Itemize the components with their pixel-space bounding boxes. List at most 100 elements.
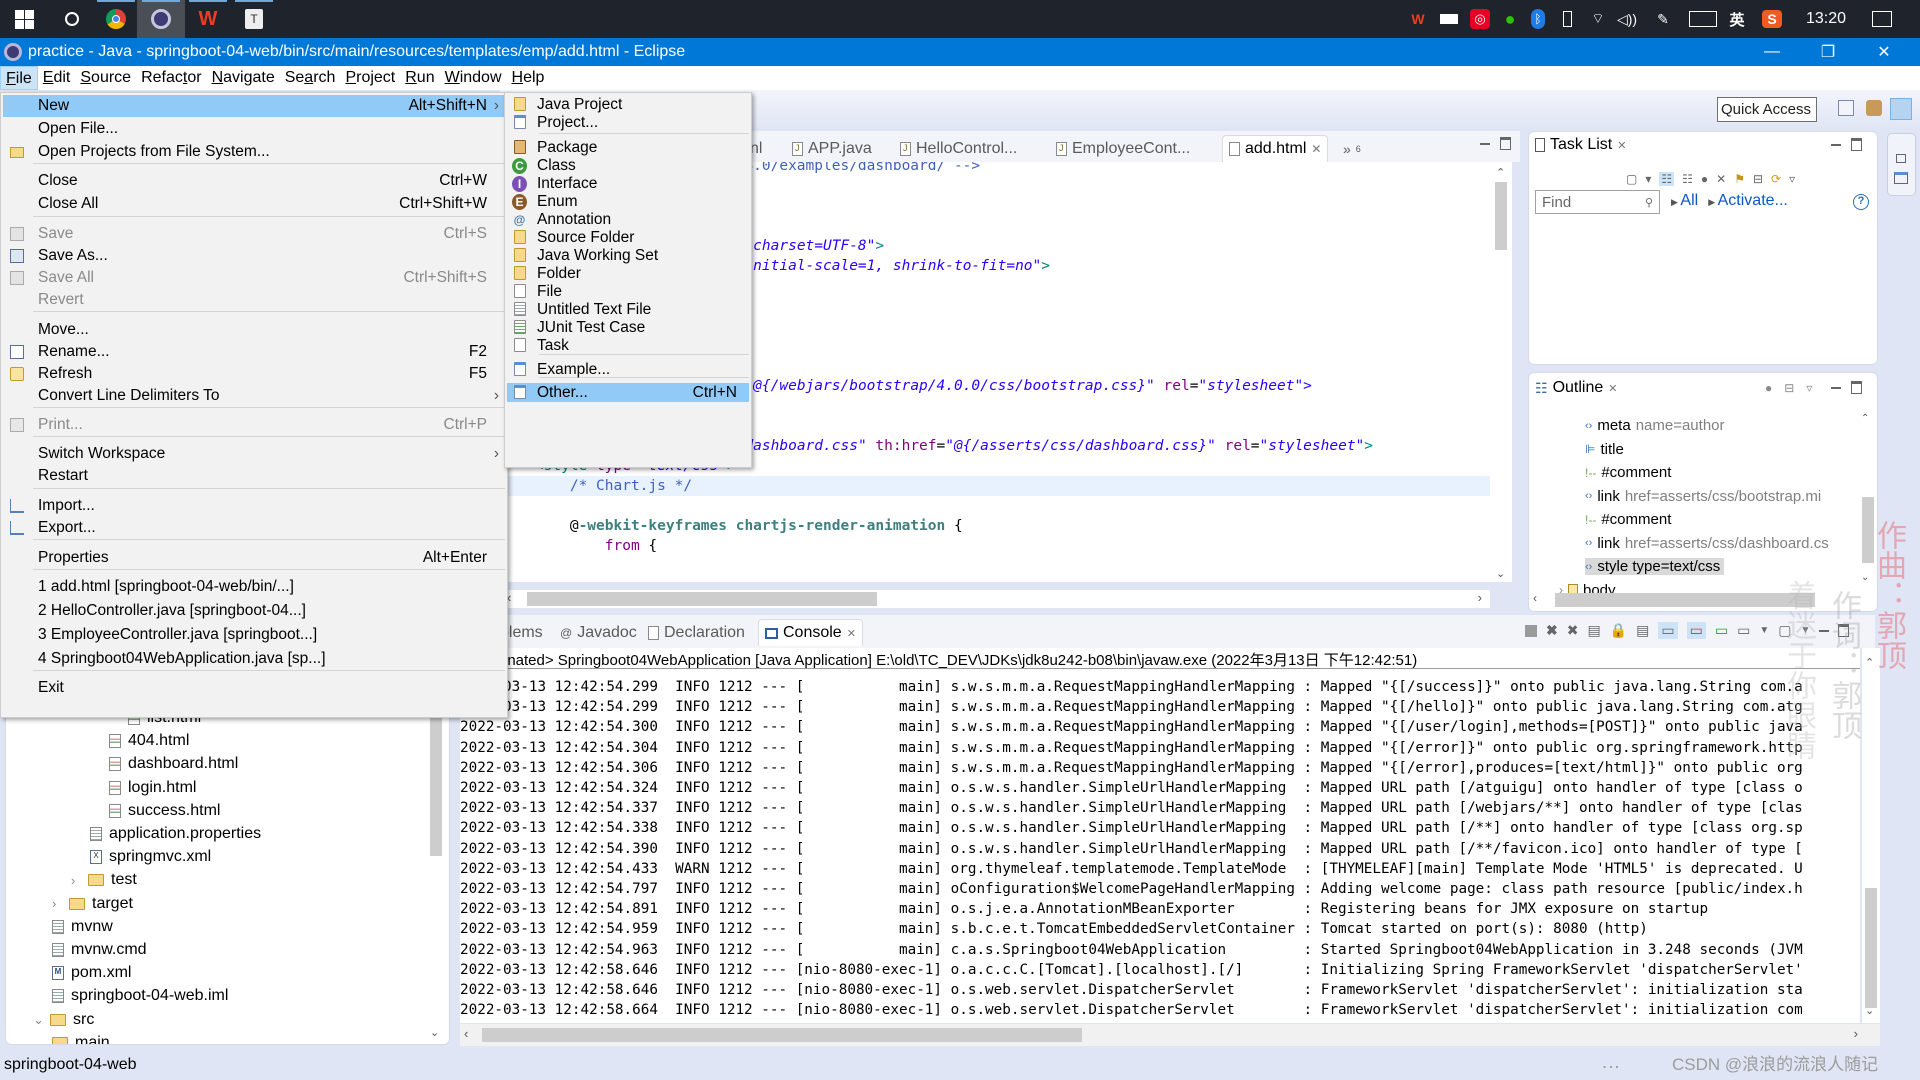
expand-icon[interactable]: ⌄: [33, 1012, 44, 1028]
terminate-icon[interactable]: [1525, 624, 1537, 637]
task-find-input[interactable]: Find ⚲: [1535, 190, 1660, 214]
tree-item-mvnw-cmd[interactable]: mvnw.cmd: [52, 941, 147, 959]
explorer-vertical-scrollbar[interactable]: ⌄: [428, 716, 444, 1043]
remove-launch-icon[interactable]: ✖: [1546, 622, 1558, 639]
maximize-panel-icon[interactable]: [1851, 138, 1862, 151]
submenu-item-junit-test-case[interactable]: JUnit Test Case: [507, 318, 749, 337]
menu-item-open-projects-from-file-system[interactable]: Open Projects from File System...: [3, 141, 505, 163]
maximize-button[interactable]: ❐: [1800, 38, 1856, 66]
quick-access-input[interactable]: Quick Access: [1717, 97, 1817, 122]
close-tab-icon[interactable]: ✕: [1311, 142, 1321, 156]
dropdown-icon[interactable]: ▾: [1645, 172, 1651, 186]
tray-bluetooth[interactable]: ᛒ: [1527, 0, 1549, 38]
tree-item-main[interactable]: main: [52, 1034, 110, 1044]
word-wrap-icon[interactable]: ▤: [1636, 622, 1649, 639]
tree-item-test[interactable]: › test: [71, 871, 137, 889]
menu-item-recent-employeecontroller-java-springboot[interactable]: 3 EmployeeController.java [springboot...…: [3, 624, 505, 646]
search-button[interactable]: [48, 0, 96, 38]
close-outline-icon[interactable]: ✕: [1608, 382, 1617, 395]
tree-item-mvnw[interactable]: mvnw: [52, 918, 113, 936]
tab-task-list[interactable]: Task List ✕: [1535, 136, 1627, 154]
tree-item-pom-xml[interactable]: Mpom.xml: [52, 964, 131, 982]
collapse-all-icon[interactable]: ⊟: [1753, 172, 1763, 186]
submenu-item-example[interactable]: Example...: [507, 360, 749, 379]
taskbar-typora[interactable]: T: [230, 0, 278, 38]
outline-item-link[interactable]: ‹› link href=asserts/css/dashboard.cs: [1585, 535, 1829, 552]
menu-item-properties[interactable]: Properties Alt+Enter: [3, 547, 505, 569]
tree-item-target[interactable]: › target: [52, 895, 133, 913]
view-icon[interactable]: [1894, 172, 1908, 184]
outline-item-title[interactable]: ⊫ title: [1585, 441, 1624, 458]
editor-horizontal-scrollbar[interactable]: ‹ ›: [505, 590, 1490, 608]
dropdown-icon[interactable]: ▼: [1759, 625, 1769, 636]
action-center-button[interactable]: [1868, 0, 1896, 38]
java-perspective-icon[interactable]: [1890, 98, 1912, 120]
submenu-item-task[interactable]: Task: [507, 336, 749, 355]
activate-link[interactable]: ▶ Activate...: [1708, 192, 1788, 210]
menu-item-recent-hellocontroller-java-springboot-04[interactable]: 2 HelloController.java [springboot-04...…: [3, 600, 505, 622]
java-ee-perspective-icon[interactable]: [1866, 100, 1882, 116]
tray-battery[interactable]: [1435, 0, 1463, 38]
editor-vertical-scrollbar[interactable]: ⌃ ⌄: [1490, 162, 1512, 582]
tree-item-login-html[interactable]: login.html: [109, 779, 196, 797]
taskbar-eclipse[interactable]: [137, 0, 185, 38]
submenu-item-class[interactable]: C Class: [507, 156, 749, 175]
menu-window[interactable]: Window: [440, 66, 507, 90]
link-with-editor-icon[interactable]: ●: [1765, 381, 1772, 395]
expand-icon[interactable]: ›: [52, 896, 62, 911]
tab-outline[interactable]: ☷ Outline ✕: [1535, 379, 1617, 397]
menu-item-close-all[interactable]: Close All Ctrl+Shift+W: [3, 193, 505, 215]
submenu-item-other[interactable]: Other... Ctrl+N: [507, 383, 749, 402]
outline-item-meta[interactable]: ‹› meta name=author: [1585, 417, 1725, 434]
submenu-item-source-folder[interactable]: Source Folder: [507, 228, 749, 247]
tray-netease-music[interactable]: ◎: [1467, 0, 1493, 38]
tree-item-success-html[interactable]: success.html: [109, 802, 220, 820]
tree-item-springboot-04-web-iml[interactable]: springboot-04-web.iml: [52, 987, 228, 1005]
taskbar-wps[interactable]: W: [184, 0, 232, 38]
clock[interactable]: 13:20: [1800, 0, 1852, 38]
tree-item-404-html[interactable]: 404.html: [109, 732, 189, 750]
menu-item-new[interactable]: New Alt+Shift+N ›: [3, 95, 505, 117]
hide-completed-icon[interactable]: ✕: [1716, 172, 1726, 186]
menu-item-recent-add-html-springboot-04-web-bin[interactable]: 1 add.html [springboot-04-web/bin/...]: [3, 576, 505, 598]
tray-sogou[interactable]: S: [1760, 0, 1784, 38]
restore-icon[interactable]: [1896, 154, 1906, 163]
tray-keyboard[interactable]: [1686, 0, 1720, 38]
menu-item-switch-workspace[interactable]: Switch Workspace ›: [3, 443, 505, 465]
menu-item-restart[interactable]: Restart: [3, 465, 505, 487]
scroll-lock-icon[interactable]: 🔒: [1610, 622, 1627, 639]
submenu-item-untitled-text-file[interactable]: Untitled Text File: [507, 300, 749, 319]
menu-file[interactable]: File: [0, 66, 38, 90]
submenu-item-java-project[interactable]: Java Project: [507, 95, 749, 114]
submenu-item-file[interactable]: File: [507, 282, 749, 301]
menu-source[interactable]: Source: [75, 66, 136, 90]
console-horizontal-scrollbar[interactable]: ‹ ›: [460, 1024, 1880, 1046]
menu-search[interactable]: Search: [280, 66, 341, 90]
minimize-editor-icon[interactable]: [1480, 143, 1490, 145]
focus-icon[interactable]: ●: [1701, 172, 1708, 186]
project-explorer-tree[interactable]: list.html 404.html dashboard.html login.htm…: [5, 715, 450, 1045]
menu-edit[interactable]: Edit: [38, 66, 76, 90]
remove-all-terminated-icon[interactable]: ✖: [1567, 622, 1579, 639]
taskbar-chrome[interactable]: [92, 0, 140, 38]
submenu-item-interface[interactable]: I Interface: [507, 174, 749, 193]
tab-app-java[interactable]: APP.java: [792, 135, 872, 162]
tray-ime[interactable]: 英: [1726, 0, 1748, 38]
tab-declaration[interactable]: Declaration: [648, 619, 745, 646]
submenu-item-folder[interactable]: Folder: [507, 264, 749, 283]
tree-item-dashboard-html[interactable]: dashboard.html: [109, 755, 238, 773]
outline-item-comment[interactable]: !-- #comment: [1585, 464, 1671, 481]
new-task-icon[interactable]: ▢: [1626, 172, 1637, 186]
maximize-outline-icon[interactable]: [1851, 381, 1862, 394]
menu-navigate[interactable]: Navigate: [207, 66, 280, 90]
minimize-panel-icon[interactable]: [1831, 144, 1841, 146]
people-icon[interactable]: ⚑: [1734, 172, 1745, 186]
view-menu-icon[interactable]: ▿: [1806, 381, 1812, 395]
display-selected-console-icon[interactable]: ▭: [1737, 622, 1750, 639]
submenu-item-annotation[interactable]: @ Annotation: [507, 210, 749, 229]
pin-console-icon[interactable]: ▭: [1715, 622, 1728, 639]
menu-item-export[interactable]: Export...: [3, 517, 505, 539]
tree-item-application-properties[interactable]: application.properties: [90, 825, 261, 843]
view-menu-icon[interactable]: ▿: [1789, 172, 1795, 186]
console-vertical-scrollbar[interactable]: ⌃ ⌄: [1862, 648, 1880, 1023]
